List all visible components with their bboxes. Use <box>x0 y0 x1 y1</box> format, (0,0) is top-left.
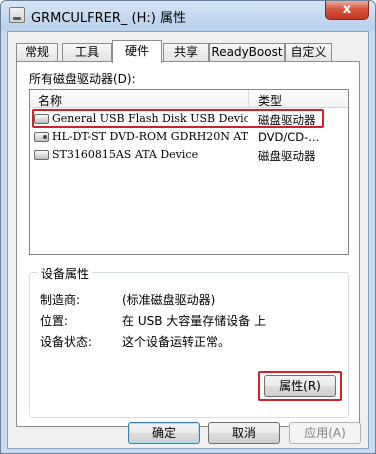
tab-sharing[interactable]: 共享 <box>163 43 209 62</box>
properties-window: GRMCULFRER_ (H:) 属性 x 常规 工具 硬件 共享 ReadyB… <box>0 0 376 454</box>
group-title: 设备属性 <box>38 265 93 282</box>
column-divider[interactable] <box>248 90 249 108</box>
tab-readyboost[interactable]: ReadyBoost <box>209 43 285 62</box>
cancel-button[interactable]: 取消 <box>208 422 280 444</box>
drive-type: 磁盘驱动器 <box>258 113 316 127</box>
tab-hardware[interactable]: 硬件 <box>112 40 162 63</box>
window-title: GRMCULFRER_ (H:) 属性 <box>31 11 186 26</box>
hard-drive-icon <box>34 150 49 160</box>
manufacturer-label: 制造商: <box>40 293 81 307</box>
tab-tools[interactable]: 工具 <box>62 43 112 62</box>
apply-button: 应用(A) <box>289 422 361 444</box>
drive-row-hdd[interactable]: ST3160815AS ATA Device 磁盘驱动器 <box>30 146 348 164</box>
hardware-panel: 所有磁盘驱动器(D): 名称 类型 General USB Flash Disk… <box>16 61 360 427</box>
drive-list[interactable]: 名称 类型 General USB Flash Disk USB Device … <box>29 89 349 255</box>
location-label: 位置: <box>40 314 69 328</box>
device-properties-group: 设备属性 制造商: (标准磁盘驱动器) 位置: 在 USB 大容量存储设备 上 … <box>29 265 349 418</box>
usb-drive-icon <box>34 114 49 124</box>
ok-button[interactable]: 确定 <box>128 422 200 444</box>
device-status-label: 设备状态: <box>40 335 93 349</box>
properties-button[interactable]: 属性(R) <box>264 375 336 397</box>
device-status-value: 这个设备运转正常。 <box>122 335 231 349</box>
drive-name: General USB Flash Disk USB Device <box>52 112 248 125</box>
manufacturer-value: (标准磁盘驱动器) <box>122 293 216 307</box>
dialog-client-area: 常规 工具 硬件 共享 ReadyBoost 自定义 所有磁盘驱动器(D): 名… <box>7 31 369 449</box>
drive-icon <box>9 7 25 23</box>
title-bar[interactable]: GRMCULFRER_ (H:) 属性 x <box>1 1 375 31</box>
tab-customize[interactable]: 自定义 <box>285 43 332 62</box>
drive-row-dvd[interactable]: HL-DT-ST DVD-ROM GDRH20N ATA D... DVD/CD… <box>30 128 348 146</box>
drive-row-usb[interactable]: General USB Flash Disk USB Device 磁盘驱动器 <box>30 109 348 128</box>
drives-list-label: 所有磁盘驱动器(D): <box>29 72 136 86</box>
column-header-name[interactable]: 名称 <box>38 92 62 109</box>
tab-general[interactable]: 常规 <box>16 43 58 62</box>
close-button[interactable]: x <box>325 1 369 20</box>
location-value: 在 USB 大容量存储设备 上 <box>122 314 267 328</box>
dvd-drive-icon <box>34 132 49 142</box>
tab-strip: 常规 工具 硬件 共享 ReadyBoost 自定义 <box>16 40 366 63</box>
drive-name: ST3160815AS ATA Device <box>52 148 199 161</box>
list-header: 名称 类型 <box>30 90 348 108</box>
column-header-type[interactable]: 类型 <box>258 92 282 109</box>
drive-name: HL-DT-ST DVD-ROM GDRH20N ATA D... <box>52 130 248 143</box>
drive-type: DVD/CD-... <box>258 130 320 144</box>
drive-type: 磁盘驱动器 <box>258 149 316 163</box>
